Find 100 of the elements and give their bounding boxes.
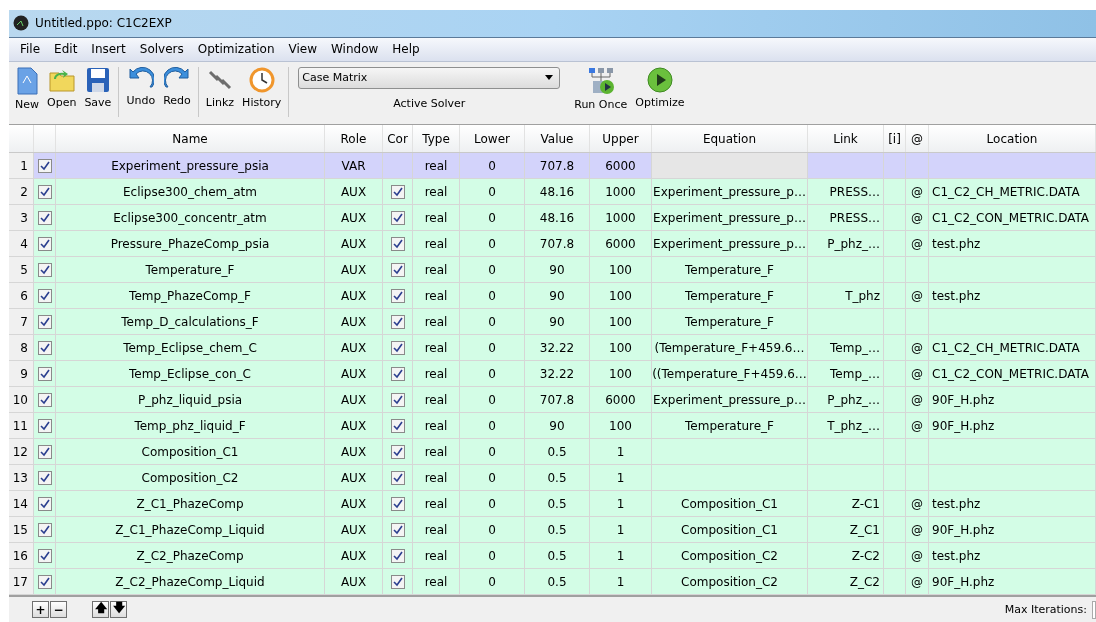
- remove-button[interactable]: −: [50, 601, 67, 619]
- row-number: 9: [9, 361, 34, 388]
- checkbox[interactable]: [390, 236, 405, 251]
- toolbar-button[interactable]: Optimize: [631, 66, 689, 109]
- row-number: 4: [9, 231, 34, 258]
- menu-item[interactable]: Solvers: [132, 42, 191, 57]
- menu-item[interactable]: Optimization: [190, 42, 282, 57]
- checkbox[interactable]: [390, 262, 405, 277]
- menu-item[interactable]: Window: [324, 42, 386, 57]
- row-number: 10: [9, 387, 34, 414]
- down-button[interactable]: 🡇: [110, 601, 127, 619]
- column-header[interactable]: Link: [808, 125, 884, 153]
- column-header[interactable]: Upper: [590, 125, 652, 153]
- column-header[interactable]: Type: [413, 125, 460, 153]
- table-cell: 1: [590, 569, 652, 596]
- row-number: 17: [9, 569, 34, 596]
- toolbar-button[interactable]: Run Once: [570, 66, 632, 111]
- solver-dropdown[interactable]: Case Matrix: [298, 66, 561, 89]
- toolbar-button[interactable]: New: [11, 66, 43, 111]
- tree-play-icon: [586, 66, 615, 95]
- checkbox[interactable]: [390, 340, 405, 355]
- checkbox[interactable]: [37, 184, 52, 199]
- column-header[interactable]: Location: [929, 125, 1096, 153]
- row-number: 1: [9, 153, 34, 180]
- row-number: 3: [9, 205, 34, 232]
- redo-icon: [163, 66, 190, 91]
- checkbox[interactable]: [37, 496, 52, 511]
- table-cell: AUX: [325, 569, 383, 596]
- max-iterations-field[interactable]: [1092, 600, 1096, 619]
- row-number: 2: [9, 179, 34, 206]
- checkbox[interactable]: [37, 210, 52, 225]
- checkbox[interactable]: [37, 236, 52, 251]
- column-header[interactable]: [i]: [884, 125, 906, 153]
- toolbar-button[interactable]: Save: [80, 66, 116, 109]
- toolbar-button[interactable]: History: [238, 66, 286, 109]
- row-number: 16: [9, 543, 34, 570]
- checkbox[interactable]: [390, 522, 405, 537]
- checkbox[interactable]: [37, 262, 52, 277]
- table-cell: 90F_H.phz: [929, 569, 1096, 596]
- checkbox[interactable]: [390, 548, 405, 563]
- add-button[interactable]: +: [32, 601, 49, 619]
- checkbox[interactable]: [37, 314, 52, 329]
- toolbar-button[interactable]: Redo: [159, 66, 195, 107]
- checkbox[interactable]: [37, 366, 52, 381]
- checkbox[interactable]: [390, 184, 405, 199]
- table-cell: Z_C2: [808, 569, 884, 596]
- column-header[interactable]: Name: [56, 125, 325, 153]
- column-header[interactable]: Role: [325, 125, 383, 153]
- up-button[interactable]: 🡅: [92, 601, 109, 619]
- checkbox[interactable]: [390, 496, 405, 511]
- row-number: 11: [9, 413, 34, 440]
- checkbox[interactable]: [390, 418, 405, 433]
- checkbox[interactable]: [390, 366, 405, 381]
- menu-item[interactable]: Help: [385, 42, 427, 57]
- column-header[interactable]: @: [906, 125, 929, 153]
- table-cell: @: [906, 569, 929, 596]
- checkbox[interactable]: [37, 574, 52, 589]
- checkbox[interactable]: [37, 470, 52, 485]
- row-number: 6: [9, 283, 34, 310]
- checkbox[interactable]: [37, 340, 52, 355]
- checkbox[interactable]: [390, 444, 405, 459]
- checkbox[interactable]: [37, 418, 52, 433]
- checkbox[interactable]: [37, 158, 52, 173]
- toolbar-button[interactable]: Undo: [122, 66, 160, 107]
- column-header[interactable]: Lower: [460, 125, 525, 153]
- dropdown-arrow-icon: [545, 75, 554, 81]
- checkbox[interactable]: [37, 288, 52, 303]
- checkbox[interactable]: [390, 314, 405, 329]
- solver-label: Active Solver: [393, 96, 466, 110]
- menu-item[interactable]: Edit: [47, 42, 85, 57]
- max-iterations-label: Max Iterations:: [1004, 603, 1087, 617]
- column-header[interactable]: Cor: [383, 125, 413, 153]
- toolbar-button[interactable]: Open: [43, 66, 81, 109]
- table-cell: [884, 569, 906, 596]
- checkbox[interactable]: [37, 522, 52, 537]
- menu-item[interactable]: Insert: [84, 42, 133, 57]
- column-header[interactable]: Value: [525, 125, 590, 153]
- document-icon: [16, 66, 38, 95]
- checkbox[interactable]: [37, 392, 52, 407]
- checkbox[interactable]: [37, 548, 52, 563]
- row-number: 14: [9, 491, 34, 518]
- checkbox[interactable]: [390, 392, 405, 407]
- checkbox[interactable]: [390, 574, 405, 589]
- checkbox[interactable]: [37, 444, 52, 459]
- toolbar-button[interactable]: Linkz: [201, 66, 239, 109]
- row-number: 8: [9, 335, 34, 362]
- play-icon: [646, 66, 673, 93]
- clock-icon: [248, 66, 275, 93]
- app-icon: [13, 15, 29, 32]
- column-header[interactable]: Equation: [652, 125, 808, 153]
- checkbox[interactable]: [390, 470, 405, 485]
- checkbox[interactable]: [390, 288, 405, 303]
- checkbox[interactable]: [390, 210, 405, 225]
- menu-item[interactable]: File: [13, 42, 48, 57]
- row-number: 5: [9, 257, 34, 284]
- menu-item[interactable]: View: [281, 42, 324, 57]
- row-number: 13: [9, 465, 34, 492]
- table-cell: Z_C2_PhazeComp_Liquid: [56, 569, 325, 596]
- table-cell: 0.5: [525, 569, 590, 596]
- row-number: 15: [9, 517, 34, 544]
